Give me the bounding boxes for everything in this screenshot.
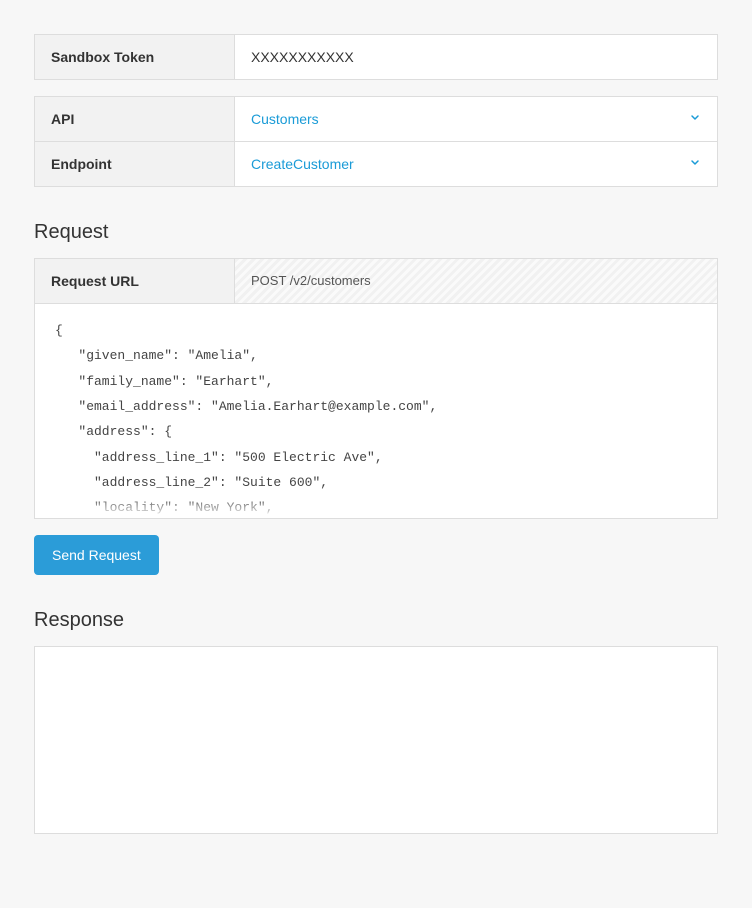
endpoint-label: Endpoint [35, 142, 235, 187]
api-select[interactable]: Customers [235, 97, 718, 142]
sandbox-token-label: Sandbox Token [35, 35, 235, 80]
response-body-viewer[interactable] [34, 646, 718, 834]
endpoint-value: CreateCustomer [251, 156, 354, 172]
chevron-down-icon [689, 112, 701, 127]
request-body-editor[interactable]: { "given_name": "Amelia", "family_name":… [34, 303, 718, 519]
request-url-row: Request URL POST /v2/customers [34, 258, 718, 303]
api-endpoint-table: API Customers Endpoint CreateCustomer [34, 96, 718, 187]
request-section-title: Request [34, 221, 718, 244]
request-body-text: { "given_name": "Amelia", "family_name":… [55, 323, 437, 515]
request-url-label: Request URL [35, 259, 235, 303]
chevron-down-icon [689, 157, 701, 172]
code-fade-overlay [35, 496, 717, 518]
request-url-value: POST /v2/customers [235, 259, 717, 303]
send-request-button[interactable]: Send Request [34, 535, 159, 575]
api-value: Customers [251, 111, 319, 127]
response-section-title: Response [34, 609, 718, 632]
api-label: API [35, 97, 235, 142]
endpoint-select[interactable]: CreateCustomer [235, 142, 718, 187]
sandbox-token-value[interactable]: XXXXXXXXXXX [235, 35, 718, 80]
sandbox-token-text: XXXXXXXXXXX [251, 49, 354, 65]
sandbox-token-table: Sandbox Token XXXXXXXXXXX [34, 34, 718, 80]
